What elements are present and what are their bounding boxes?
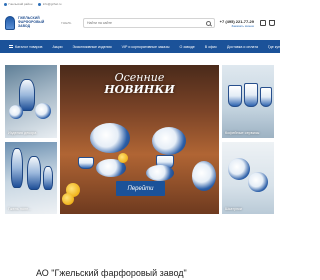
logo-icon [5, 16, 15, 30]
tile-caption: Изделия декора [8, 131, 37, 135]
cup-image [244, 83, 258, 107]
nav-item-delivery[interactable]: Доставка и оплата [222, 45, 263, 49]
nav-item-where-to-buy[interactable]: Где купить [263, 45, 291, 49]
cup-image [228, 85, 242, 107]
vase-image [11, 148, 23, 188]
nav-item-contacts[interactable]: Контакты [291, 45, 317, 49]
teapot-image [152, 127, 186, 155]
plate-image [35, 103, 51, 119]
logo-line3: ЗАВОД [18, 23, 31, 28]
hero-banner[interactable]: Осенние НОВИНКИ Перейти [60, 65, 219, 214]
vase-image [27, 156, 41, 190]
logo[interactable]: ГЖЕЛЬСКИЙ ФАРФОРОВЫЙ ЗАВОД [5, 16, 61, 30]
nav-item-about[interactable]: О заводе [174, 45, 199, 49]
search-icon[interactable] [206, 20, 211, 26]
cup-image [78, 157, 94, 169]
category-tile-decor[interactable]: Изделия декора [5, 65, 57, 138]
box-image [248, 172, 268, 192]
location-text: Гжельский район [8, 2, 33, 6]
tile-caption: Кофейные сервизы [225, 131, 260, 135]
callback-link[interactable]: Заказать звонок [220, 24, 254, 28]
contacts: +7 (495) 221-77-29 Заказать звонок [220, 19, 254, 28]
category-tile-coffee-sets[interactable]: Кофейные сервизы [222, 65, 274, 138]
search-box [83, 18, 215, 28]
header-icons [260, 20, 275, 26]
hero-title-line2: НОВИНКИ [104, 83, 175, 96]
saucer-image [146, 165, 174, 181]
nav-item-office[interactable]: В офис [200, 45, 222, 49]
hero-go-button[interactable]: Перейти [116, 181, 165, 196]
teapot-image [90, 123, 130, 153]
location-info[interactable]: Гжельский район [4, 2, 32, 6]
cart-icon[interactable] [269, 20, 275, 26]
user-icon[interactable] [260, 20, 266, 26]
nav-item-catalog[interactable]: Каталог товаров [4, 45, 47, 49]
search-input[interactable] [87, 21, 197, 25]
email-text: info@gzhel.ru [42, 2, 62, 6]
email-info[interactable]: info@gzhel.ru [38, 2, 61, 6]
tile-caption: Гжель полн... [8, 207, 32, 211]
vase-image [43, 166, 53, 190]
top-bar: Гжельский район info@gzhel.ru [0, 0, 280, 8]
site-header: ГЖЕЛЬСКИЙ ФАРФОРОВЫЙ ЗАВОД ГЖЕЛЬ +7 (495… [0, 8, 280, 38]
hero-title: Осенние НОВИНКИ [60, 72, 219, 96]
lemon-image [118, 153, 128, 163]
vase-image [19, 79, 35, 111]
category-tile-boxes[interactable]: Шкатулки [222, 142, 274, 214]
company-heading: АО "Гжельский фарфоровый завод" [36, 268, 187, 278]
jug-image [192, 161, 216, 191]
menu-icon [9, 45, 13, 49]
box-image [228, 158, 250, 180]
nav-item-vip[interactable]: VIP и корпоративные заказы [117, 45, 175, 49]
city-selector[interactable]: ГЖЕЛЬ [61, 21, 81, 25]
nav-item-exclusive[interactable]: Эксклюзивные изделия [68, 45, 117, 49]
location-icon [4, 2, 7, 6]
tile-caption: Шкатулки [225, 207, 242, 211]
mail-icon [38, 2, 42, 6]
cup-image [260, 87, 272, 107]
main-nav: Каталог товаров Акции Эксклюзивные издел… [0, 40, 311, 53]
nav-label: Каталог товаров [15, 44, 43, 49]
lemon-image [62, 193, 74, 205]
plate-image [9, 105, 23, 119]
phone-number[interactable]: +7 (495) 221-77-29 [220, 19, 254, 24]
category-tile-gzhel[interactable]: Гжель полн... [5, 142, 57, 214]
nav-item-promo[interactable]: Акции [47, 45, 67, 49]
logo-text: ГЖЕЛЬСКИЙ ФАРФОРОВЫЙ ЗАВОД [18, 16, 44, 28]
